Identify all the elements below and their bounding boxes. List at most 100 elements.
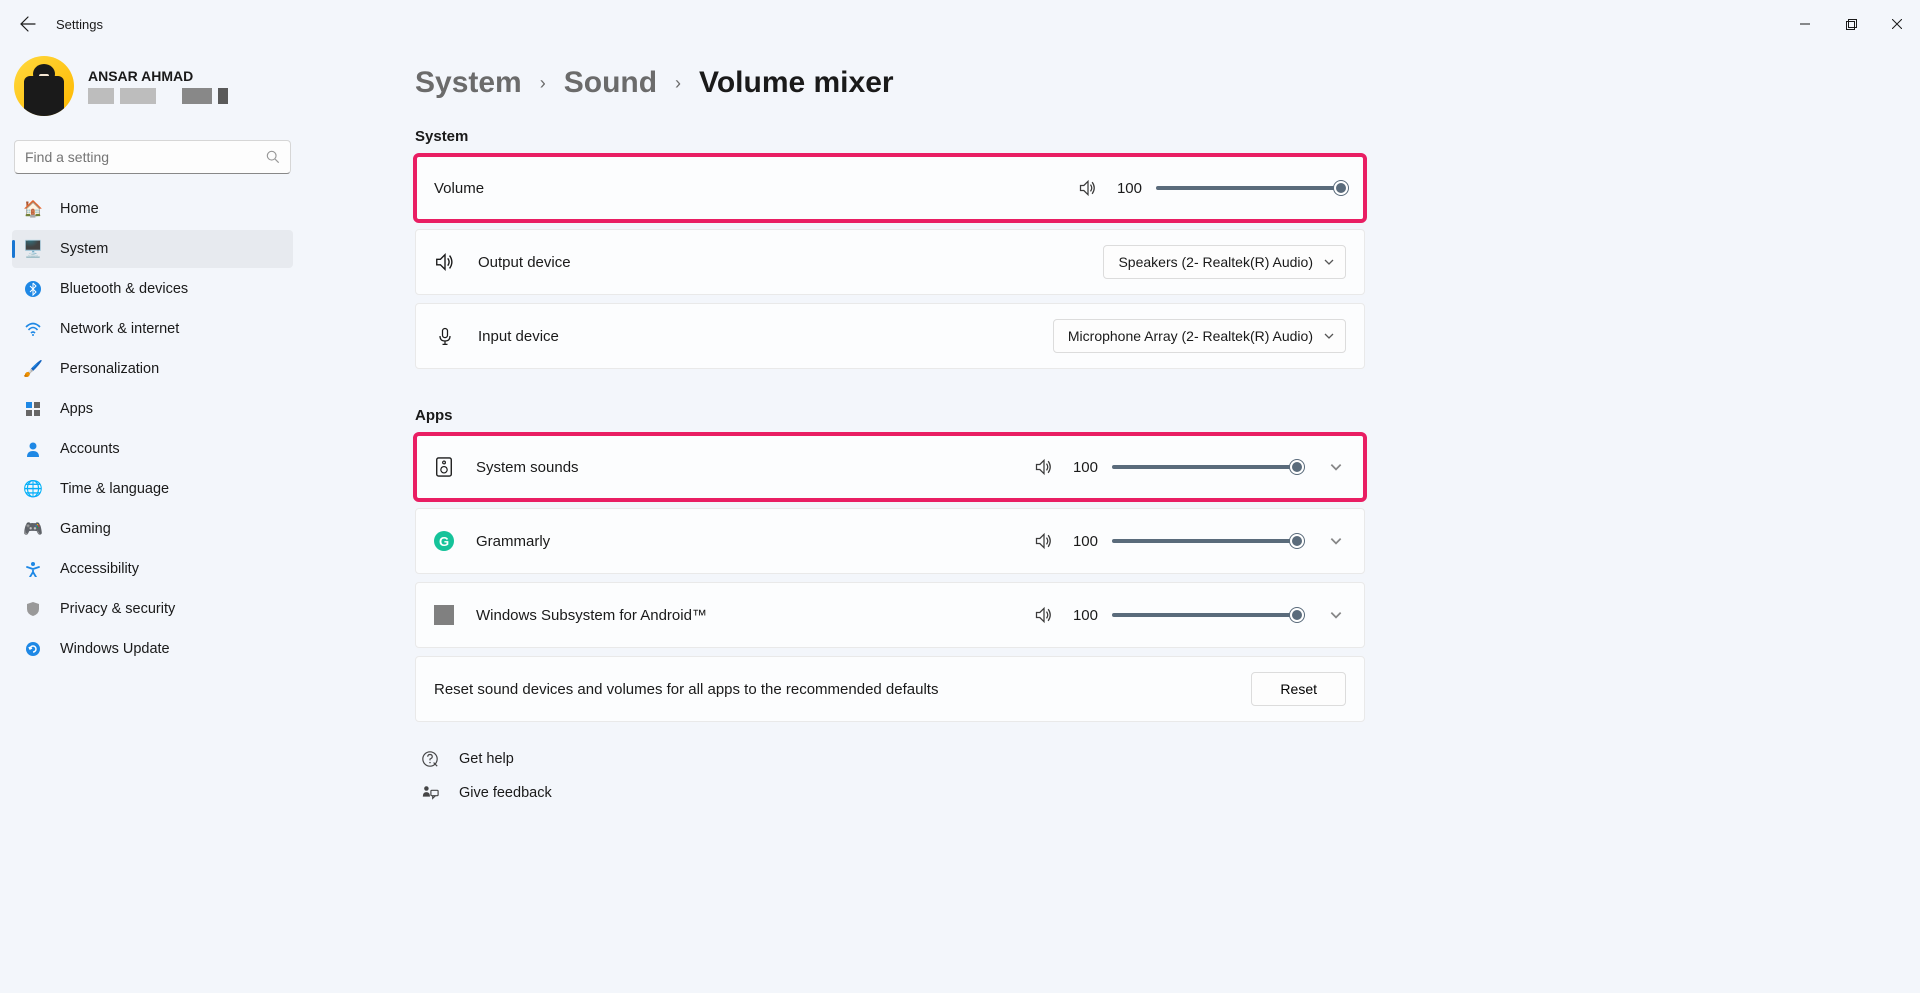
app-wsa-card: Windows Subsystem for Android™ 100 bbox=[415, 582, 1365, 648]
apps-icon bbox=[24, 400, 42, 418]
app-grammarly-card: G Grammarly 100 bbox=[415, 508, 1365, 574]
speaker-icon[interactable] bbox=[1034, 605, 1054, 625]
titlebar: Settings bbox=[0, 0, 1920, 48]
nav-bluetooth[interactable]: Bluetooth & devices bbox=[12, 270, 293, 308]
breadcrumb-sound[interactable]: Sound bbox=[564, 66, 657, 100]
app-volume-value: 100 bbox=[1068, 533, 1098, 550]
chevron-right-icon: › bbox=[675, 73, 681, 94]
wsa-icon bbox=[434, 605, 454, 625]
app-title: Settings bbox=[56, 17, 103, 32]
get-help-link[interactable]: Get help bbox=[415, 750, 1365, 768]
device-speaker-icon bbox=[434, 457, 454, 477]
section-system-label: System bbox=[415, 128, 1365, 145]
update-icon bbox=[24, 640, 42, 658]
input-device-card: Input device Microphone Array (2- Realte… bbox=[415, 303, 1365, 369]
reset-card: Reset sound devices and volumes for all … bbox=[415, 656, 1365, 722]
gamepad-icon: 🎮 bbox=[24, 520, 42, 538]
person-icon bbox=[24, 440, 42, 458]
breadcrumb-system[interactable]: System bbox=[415, 66, 522, 100]
search-icon bbox=[266, 150, 280, 164]
slider-thumb[interactable] bbox=[1290, 460, 1304, 474]
nav-apps[interactable]: Apps bbox=[12, 390, 293, 428]
app-volume-slider[interactable] bbox=[1112, 465, 1302, 469]
window-controls bbox=[1782, 8, 1920, 40]
nav-label: Accounts bbox=[60, 441, 120, 457]
app-volume-slider[interactable] bbox=[1112, 613, 1302, 617]
bluetooth-icon bbox=[24, 280, 42, 298]
slider-thumb[interactable] bbox=[1334, 181, 1348, 195]
search-field[interactable] bbox=[25, 149, 266, 165]
speaker-icon[interactable] bbox=[1034, 457, 1054, 477]
help-label: Get help bbox=[459, 751, 514, 767]
reset-label: Reset sound devices and volumes for all … bbox=[434, 681, 1251, 698]
speaker-icon[interactable] bbox=[1078, 177, 1098, 199]
arrow-left-icon bbox=[20, 16, 36, 32]
user-name: ANSAR AHMAD bbox=[88, 68, 228, 84]
search-input[interactable] bbox=[14, 140, 291, 174]
nav-label: Network & internet bbox=[60, 321, 179, 337]
speaker-icon bbox=[434, 251, 456, 273]
output-selected: Speakers (2- Realtek(R) Audio) bbox=[1118, 254, 1313, 270]
nav-time[interactable]: 🌐Time & language bbox=[12, 470, 293, 508]
nav-system[interactable]: 🖥️System bbox=[12, 230, 293, 268]
nav-home[interactable]: 🏠 Home bbox=[12, 190, 293, 228]
input-device-dropdown[interactable]: Microphone Array (2- Realtek(R) Audio) bbox=[1053, 319, 1346, 353]
app-volume-slider[interactable] bbox=[1112, 539, 1302, 543]
nav-network[interactable]: Network & internet bbox=[12, 310, 293, 348]
maximize-icon bbox=[1846, 19, 1857, 30]
nav-label: Privacy & security bbox=[60, 601, 175, 617]
volume-value: 100 bbox=[1112, 180, 1142, 197]
reset-button[interactable]: Reset bbox=[1251, 672, 1346, 706]
output-label: Output device bbox=[478, 254, 1103, 271]
nav-gaming[interactable]: 🎮Gaming bbox=[12, 510, 293, 548]
chevron-down-icon bbox=[1323, 256, 1335, 268]
breadcrumb: System › Sound › Volume mixer bbox=[415, 66, 1365, 100]
app-label: Grammarly bbox=[476, 533, 1034, 550]
nav-privacy[interactable]: Privacy & security bbox=[12, 590, 293, 628]
nav-label: Accessibility bbox=[60, 561, 139, 577]
minimize-icon bbox=[1800, 19, 1810, 29]
slider-thumb[interactable] bbox=[1290, 608, 1304, 622]
accessibility-icon bbox=[24, 560, 42, 578]
give-feedback-link[interactable]: Give feedback bbox=[415, 784, 1365, 802]
sidebar: ANSAR AHMAD 🏠 Home 🖥️System Bluetooth & d… bbox=[0, 48, 305, 993]
user-block[interactable]: ANSAR AHMAD bbox=[12, 48, 293, 140]
user-email-redacted bbox=[88, 88, 228, 104]
nav-label: Personalization bbox=[60, 361, 159, 377]
home-icon: 🏠 bbox=[24, 200, 42, 218]
page-title: Volume mixer bbox=[699, 66, 894, 100]
speaker-icon[interactable] bbox=[1034, 531, 1054, 551]
help-icon bbox=[421, 750, 439, 768]
chevron-down-icon[interactable] bbox=[1326, 534, 1346, 548]
chevron-down-icon[interactable] bbox=[1326, 608, 1346, 622]
volume-card: Volume 100 bbox=[415, 155, 1365, 221]
nav: 🏠 Home 🖥️System Bluetooth & devices Netwo… bbox=[12, 190, 293, 668]
chevron-right-icon: › bbox=[540, 73, 546, 94]
volume-label: Volume bbox=[434, 180, 1078, 197]
section-apps-label: Apps bbox=[415, 407, 1365, 424]
nav-accounts[interactable]: Accounts bbox=[12, 430, 293, 468]
nav-label: Home bbox=[60, 201, 99, 217]
slider-thumb[interactable] bbox=[1290, 534, 1304, 548]
feedback-label: Give feedback bbox=[459, 785, 552, 801]
feedback-icon bbox=[421, 784, 439, 802]
app-label: System sounds bbox=[476, 459, 1034, 476]
close-button[interactable] bbox=[1874, 8, 1920, 40]
main-content: System › Sound › Volume mixer System Vol… bbox=[305, 48, 1405, 993]
output-device-dropdown[interactable]: Speakers (2- Realtek(R) Audio) bbox=[1103, 245, 1346, 279]
app-volume-value: 100 bbox=[1068, 459, 1098, 476]
nav-personalization[interactable]: 🖌️Personalization bbox=[12, 350, 293, 388]
avatar bbox=[14, 56, 74, 116]
back-button[interactable] bbox=[16, 12, 40, 36]
globe-clock-icon: 🌐 bbox=[24, 480, 42, 498]
chevron-down-icon bbox=[1323, 330, 1335, 342]
nav-update[interactable]: Windows Update bbox=[12, 630, 293, 668]
chevron-down-icon[interactable] bbox=[1326, 460, 1346, 474]
nav-accessibility[interactable]: Accessibility bbox=[12, 550, 293, 588]
system-icon: 🖥️ bbox=[24, 240, 42, 258]
volume-slider[interactable] bbox=[1156, 186, 1346, 190]
minimize-button[interactable] bbox=[1782, 8, 1828, 40]
nav-label: Windows Update bbox=[60, 641, 170, 657]
nav-label: Bluetooth & devices bbox=[60, 281, 188, 297]
maximize-button[interactable] bbox=[1828, 8, 1874, 40]
